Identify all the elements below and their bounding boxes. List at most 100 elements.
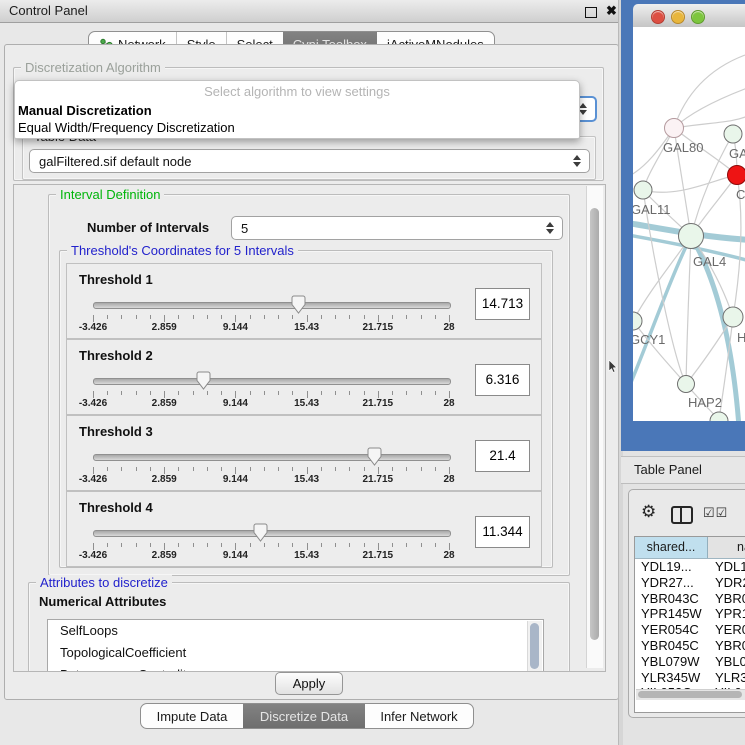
table-header: shared... na: [635, 537, 745, 559]
network-edge[interactable]: [633, 321, 686, 384]
algorithm-dropdown-popup: Select algorithm to view settings Manual…: [14, 80, 580, 139]
table-row[interactable]: YBR043C YBR0: [635, 591, 745, 607]
close-traffic-light-icon[interactable]: [651, 10, 665, 24]
list-item[interactable]: BetweennessCentrality: [48, 664, 543, 672]
network-edge[interactable]: [643, 190, 686, 384]
column-header-shared-name[interactable]: shared...: [635, 537, 708, 558]
network-edge[interactable]: [643, 175, 737, 192]
number-of-intervals-combobox[interactable]: 5: [231, 216, 563, 240]
table-panel-title: Table Panel: [634, 462, 702, 477]
column-header-name[interactable]: na: [708, 537, 745, 558]
threshold-2-slider-thumb[interactable]: [196, 371, 211, 390]
tab-impute-data[interactable]: Impute Data: [141, 704, 243, 728]
network-edge[interactable]: [643, 128, 674, 190]
cell-shared-name: YPR145W: [641, 606, 702, 621]
node-table: shared... na YDL19...YDL1YDR27...YDR2YBR…: [634, 536, 745, 713]
table-panel: ⚙ ☑☑ shared... na YDL19...YDL1YDR27...YD…: [628, 489, 745, 718]
network-node-label: C: [736, 187, 745, 202]
threshold-2-scale-labels: -3.4262.8599.14415.4321.71528: [67, 398, 541, 410]
cell-name: YBR0: [715, 591, 745, 606]
threshold-3-slider-track[interactable]: [93, 454, 451, 461]
network-edge[interactable]: [686, 236, 691, 384]
threshold-3-value-field[interactable]: 21.4: [475, 440, 530, 472]
threshold-4-slider-thumb[interactable]: [253, 523, 268, 542]
network-node[interactable]: [679, 224, 704, 249]
discretization-algorithm-group-title: Discretization Algorithm: [21, 60, 165, 75]
control-panel-title: Control Panel: [9, 3, 88, 18]
cell-shared-name: YBR043C: [641, 591, 699, 606]
tab-impute-data-label: Impute Data: [157, 709, 228, 724]
cell-shared-name: YBL079W: [641, 654, 700, 669]
combo-stepper-icon: [572, 154, 581, 168]
threshold-1-scale-labels: -3.4262.8599.14415.4321.71528: [67, 322, 541, 334]
numerical-attributes-list[interactable]: SelfLoops TopologicalCoefficient Between…: [47, 619, 544, 672]
tab-discretize-data-label: Discretize Data: [260, 709, 348, 724]
network-node-label: GAL80: [663, 140, 703, 155]
table-row[interactable]: YPR145W YPR1: [635, 606, 745, 622]
close-icon[interactable]: ✖: [606, 3, 617, 19]
table-row[interactable]: YBR045CYBR0: [635, 638, 745, 654]
algorithm-option-equal-width[interactable]: Equal Width/Frequency Discretization: [18, 120, 235, 135]
threshold-3-scale-labels: -3.4262.8599.14415.4321.71528: [67, 474, 541, 486]
table-row[interactable]: YBL079WYBL0: [635, 654, 745, 670]
bottom-tabbar: Impute Data Discretize Data Infer Networ…: [140, 703, 474, 729]
network-edge[interactable]: [674, 87, 745, 128]
application-window: Control Panel ✖ Network Style Select Cyn…: [0, 0, 745, 745]
list-item[interactable]: SelfLoops: [48, 620, 543, 642]
table-row[interactable]: YDR27...YDR2: [635, 575, 745, 591]
table-horizontal-scrollbar[interactable]: [636, 689, 745, 700]
zoom-traffic-light-icon[interactable]: [691, 10, 705, 24]
float-window-icon[interactable]: [585, 7, 597, 18]
network-node[interactable]: [665, 119, 684, 138]
cyni-toolbox-content: Discretization Algorithm Table Data galF…: [4, 44, 619, 700]
network-node-label: HAP2: [688, 395, 722, 410]
table-row[interactable]: YLR345WYLR3: [635, 670, 745, 686]
network-node[interactable]: [678, 376, 695, 393]
threshold-3-slider-thumb[interactable]: [367, 447, 382, 466]
threshold-2-value-field[interactable]: 6.316: [475, 364, 530, 396]
apply-button[interactable]: Apply: [275, 672, 343, 695]
checkbox-icons[interactable]: ☑☑: [703, 505, 728, 521]
network-node[interactable]: [723, 307, 743, 327]
network-node[interactable]: [633, 312, 642, 330]
threshold-1-label: Threshold 1: [79, 272, 153, 287]
cell-name: YDL1: [715, 559, 745, 574]
tab-infer-network[interactable]: Infer Network: [365, 704, 473, 728]
network-view-window: GAL80GACGAL11GAL4GCY1HHAP2: [621, 0, 745, 451]
threshold-1-value-field[interactable]: 14.713: [475, 288, 530, 320]
cell-name: YBR0: [715, 638, 745, 653]
algorithm-option-manual[interactable]: Manual Discretization: [18, 103, 152, 118]
list-item[interactable]: TopologicalCoefficient: [48, 642, 543, 664]
table-data-combobox[interactable]: galFiltered.sif default node: [29, 149, 590, 173]
threshold-2-label: Threshold 2: [79, 348, 153, 363]
tab-discretize-data[interactable]: Discretize Data: [243, 704, 365, 728]
threshold-2-slider-track[interactable]: [93, 378, 451, 385]
threshold-1-slider-thumb[interactable]: [291, 295, 306, 314]
gear-icon[interactable]: ⚙: [641, 503, 656, 520]
mouse-cursor-icon: [608, 360, 618, 373]
table-data-group: Table Data galFiltered.sif default node: [22, 136, 596, 180]
threshold-4-slider-track[interactable]: [93, 530, 451, 537]
table-row[interactable]: YDL19...YDL1: [635, 559, 745, 575]
table-row[interactable]: YER054CYER0: [635, 622, 745, 638]
network-node[interactable]: [728, 166, 745, 185]
split-view-icon[interactable]: [671, 506, 693, 524]
network-edge[interactable]: [633, 236, 691, 392]
network-node[interactable]: [724, 125, 742, 143]
network-node-label: H: [737, 330, 745, 345]
threshold-4-value-field[interactable]: 11.344: [475, 516, 530, 548]
table-rows: YDL19...YDL1YDR27...YDR2YBR043CYBR0YPR14…: [635, 559, 745, 701]
network-canvas[interactable]: GAL80GACGAL11GAL4GCY1HHAP2: [633, 27, 745, 421]
network-node[interactable]: [634, 181, 652, 199]
threshold-2-panel: Threshold 2 -3.4262.8599.14415.4321.7152…: [66, 339, 542, 415]
attributes-group: Attributes to discretize Numerical Attri…: [28, 582, 570, 672]
threshold-1-slider-track[interactable]: [93, 302, 451, 309]
attributes-list-scrollbar[interactable]: [527, 621, 542, 672]
network-edge[interactable]: [674, 55, 745, 128]
settings-vertical-scrollbar[interactable]: [586, 186, 603, 668]
minimize-traffic-light-icon[interactable]: [671, 10, 685, 24]
algorithm-hint-item[interactable]: Select algorithm to view settings: [15, 84, 579, 99]
thresholds-group-title: Threshold's Coordinates for 5 Intervals: [67, 243, 298, 258]
cell-name: YPR1: [715, 606, 745, 621]
cell-shared-name: YDR27...: [641, 575, 694, 590]
